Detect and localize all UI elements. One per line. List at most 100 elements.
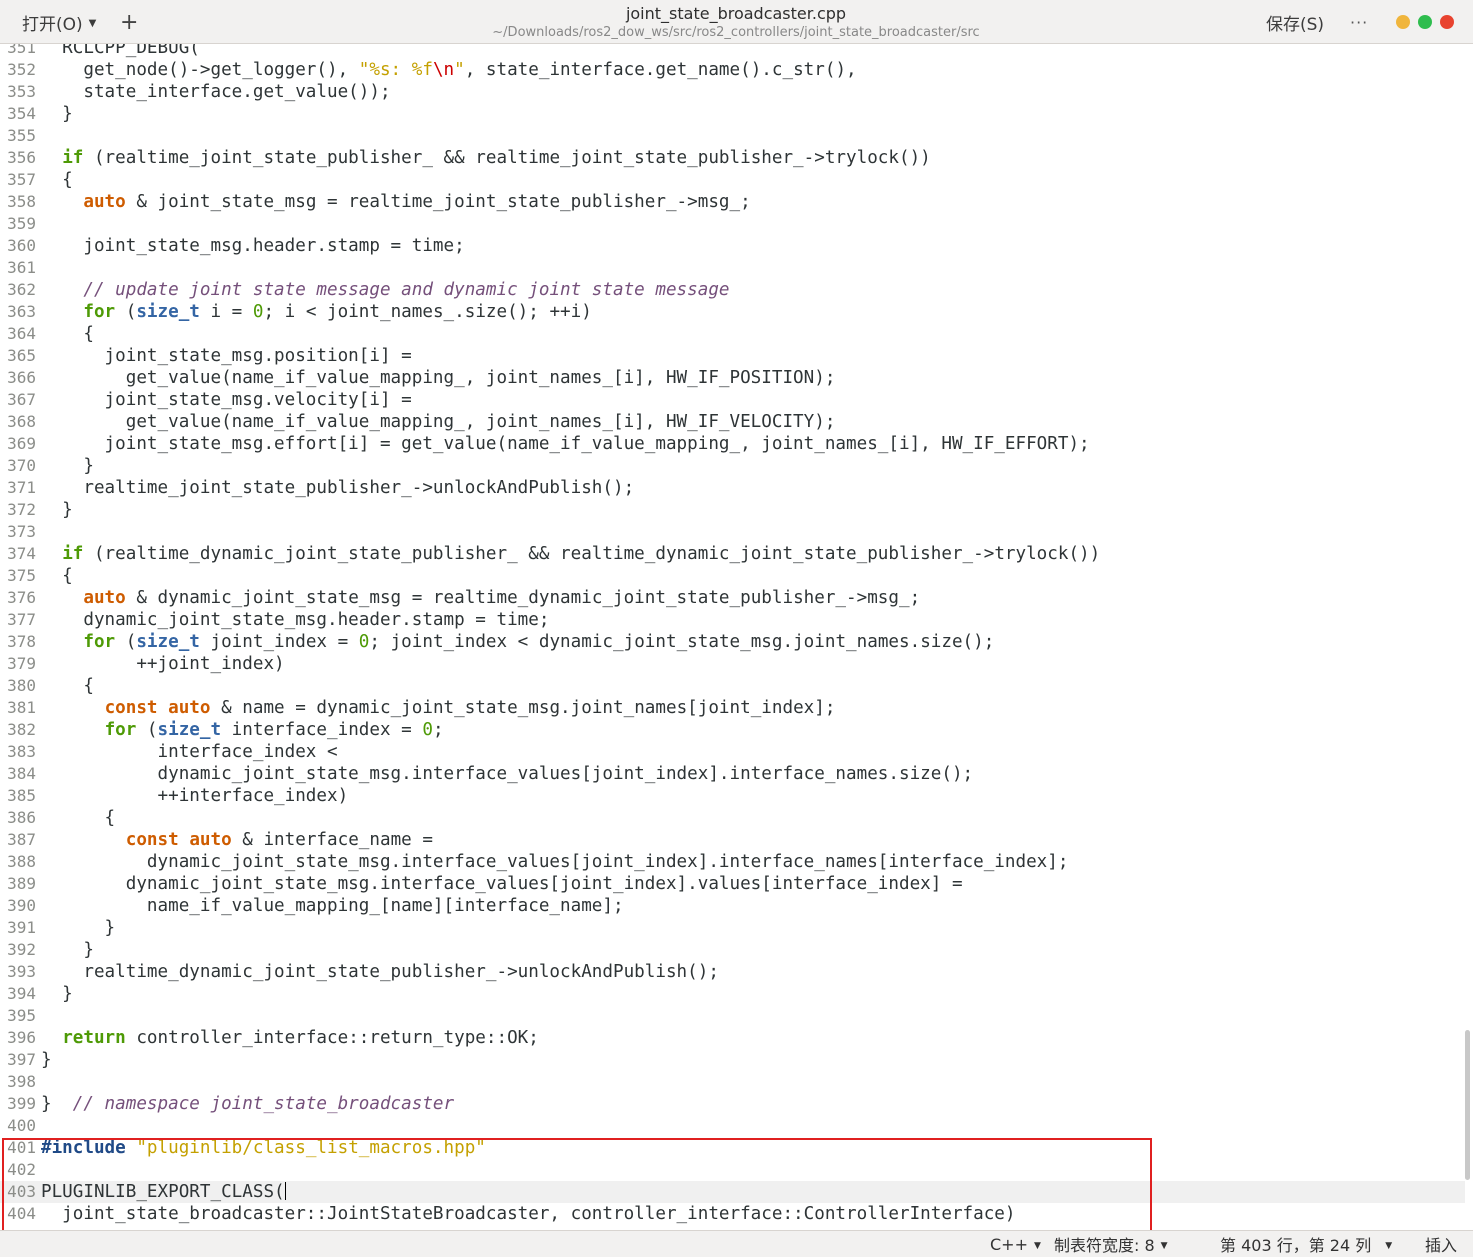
code-line[interactable]: 369 joint_state_msg.effort[i] = get_valu…: [0, 433, 1465, 455]
code-line[interactable]: 386 {: [0, 807, 1465, 829]
code-line[interactable]: 394 }: [0, 983, 1465, 1005]
code-line[interactable]: 359: [0, 213, 1465, 235]
open-button[interactable]: 打开(O) ▼: [22, 0, 96, 44]
cursor-position-label: 第 403 行，第 24 列: [1220, 1236, 1372, 1255]
code-line[interactable]: 391 }: [0, 917, 1465, 939]
code-line[interactable]: 403 PLUGINLIB_EXPORT_CLASS(: [0, 1181, 1465, 1203]
code-token: interface_index =: [221, 720, 423, 740]
code-line[interactable]: 399} // namespace joint_state_broadcaste…: [0, 1093, 1465, 1115]
code-line[interactable]: 384 dynamic_joint_state_msg.interface_va…: [0, 763, 1465, 785]
code-line[interactable]: 362 // update joint state message and dy…: [0, 279, 1465, 301]
line-code: for (size_t i = 0; i < joint_names_.size…: [41, 301, 591, 323]
code-line[interactable]: 375 {: [0, 565, 1465, 587]
code-line[interactable]: 404 joint_state_broadcaster::JointStateB…: [0, 1203, 1465, 1225]
code-line[interactable]: 363 for (size_t i = 0; i < joint_names_.…: [0, 301, 1465, 323]
line-code: auto & dynamic_joint_state_msg = realtim…: [41, 587, 920, 609]
code-token: dynamic_joint_state_msg.interface_values…: [41, 874, 963, 894]
code-line[interactable]: 378 for (size_t joint_index = 0; joint_i…: [0, 631, 1465, 653]
code-token: (: [115, 302, 137, 322]
line-code: get_value(name_if_value_mapping_, joint_…: [41, 367, 836, 389]
code-line[interactable]: 361: [0, 257, 1465, 279]
code-line[interactable]: 373: [0, 521, 1465, 543]
code-token: realtime_dynamic_joint_state_publisher_-…: [41, 962, 719, 982]
code-line[interactable]: 352 get_node()->get_logger(), "%s: %f\n"…: [0, 59, 1465, 81]
line-number: 393: [7, 962, 36, 981]
code-line[interactable]: 353 state_interface.get_value());: [0, 81, 1465, 103]
vertical-scrollbar[interactable]: [1465, 1030, 1470, 1180]
line-number: 377: [7, 610, 36, 629]
code-line[interactable]: 370 }: [0, 455, 1465, 477]
code-line[interactable]: 393 realtime_dynamic_joint_state_publish…: [0, 961, 1465, 983]
line-number: 355: [7, 126, 36, 145]
tab-width-selector[interactable]: 制表符宽度: 8 ▼: [1054, 1231, 1168, 1257]
code-editor[interactable]: 351 RCLCPP_DEBUG(352 get_node()->get_log…: [0, 44, 1473, 1230]
line-number: 404: [7, 1204, 36, 1223]
code-token: RCLCPP_DEBUG(: [41, 44, 200, 58]
code-token: const: [104, 698, 158, 718]
close-button[interactable]: [1440, 15, 1454, 29]
code-token: for: [83, 632, 116, 652]
code-line[interactable]: 365 joint_state_msg.position[i] =: [0, 345, 1465, 367]
code-line[interactable]: 401 #include "pluginlib/class_list_macros…: [0, 1137, 1465, 1159]
code-line[interactable]: 385 ++interface_index): [0, 785, 1465, 807]
code-line[interactable]: 396 return controller_interface::return_…: [0, 1027, 1465, 1049]
menu-button[interactable]: ···: [1350, 0, 1368, 44]
code-line[interactable]: 398: [0, 1071, 1465, 1093]
code-line[interactable]: 389 dynamic_joint_state_msg.interface_va…: [0, 873, 1465, 895]
code-line[interactable]: 395: [0, 1005, 1465, 1027]
code-line[interactable]: 364 {: [0, 323, 1465, 345]
code-line[interactable]: 356 if (realtime_joint_state_publisher_ …: [0, 147, 1465, 169]
cursor-position[interactable]: 第 403 行，第 24 列 ▼: [1220, 1231, 1392, 1257]
language-label: C++: [990, 1234, 1028, 1254]
code-line[interactable]: 387 const auto & interface_name =: [0, 829, 1465, 851]
save-button[interactable]: 保存(S): [1266, 0, 1324, 44]
line-number: 354: [7, 104, 36, 123]
code-token: 0: [252, 302, 264, 322]
code-line[interactable]: 379 ++joint_index): [0, 653, 1465, 675]
code-line[interactable]: 372 }: [0, 499, 1465, 521]
code-line[interactable]: 380 {: [0, 675, 1465, 697]
window-title-area: joint_state_broadcaster.cpp ~/Downloads/…: [436, 4, 1036, 41]
line-code: dynamic_joint_state_msg.header.stamp = t…: [41, 609, 549, 631]
code-line[interactable]: 400: [0, 1115, 1465, 1137]
code-line[interactable]: 392 }: [0, 939, 1465, 961]
code-line[interactable]: 388 dynamic_joint_state_msg.interface_va…: [0, 851, 1465, 873]
code-line[interactable]: 402: [0, 1159, 1465, 1181]
code-line[interactable]: 390 name_if_value_mapping_[name][interfa…: [0, 895, 1465, 917]
code-line[interactable]: 351 RCLCPP_DEBUG(: [0, 44, 1465, 59]
code-line[interactable]: 366 get_value(name_if_value_mapping_, jo…: [0, 367, 1465, 389]
line-code: PLUGINLIB_EXPORT_CLASS(: [41, 1181, 286, 1203]
code-line[interactable]: 381 const auto & name = dynamic_joint_st…: [0, 697, 1465, 719]
code-line[interactable]: 383 interface_index <: [0, 741, 1465, 763]
language-selector[interactable]: C++ ▼: [990, 1231, 1041, 1257]
code-line[interactable]: 382 for (size_t interface_index = 0;: [0, 719, 1465, 741]
code-line[interactable]: 397}: [0, 1049, 1465, 1071]
new-tab-button[interactable]: +: [120, 0, 138, 44]
code-line[interactable]: 367 joint_state_msg.velocity[i] =: [0, 389, 1465, 411]
code-line[interactable]: 376 auto & dynamic_joint_state_msg = rea…: [0, 587, 1465, 609]
code-line[interactable]: 357 {: [0, 169, 1465, 191]
code-token: size_t: [136, 632, 200, 652]
insert-mode-indicator[interactable]: 插入: [1425, 1231, 1457, 1257]
code-line[interactable]: 368 get_value(name_if_value_mapping_, jo…: [0, 411, 1465, 433]
line-number: 390: [7, 896, 36, 915]
code-line[interactable]: 377 dynamic_joint_state_msg.header.stamp…: [0, 609, 1465, 631]
minimize-button[interactable]: [1396, 15, 1410, 29]
line-number: 373: [7, 522, 36, 541]
code-token: {: [41, 324, 94, 344]
code-line[interactable]: 360 joint_state_msg.header.stamp = time;: [0, 235, 1465, 257]
code-line[interactable]: 355: [0, 125, 1465, 147]
code-token: for: [104, 720, 137, 740]
maximize-button[interactable]: [1418, 15, 1432, 29]
line-number: 400: [7, 1116, 36, 1135]
code-line[interactable]: 354 }: [0, 103, 1465, 125]
line-number: 374: [7, 544, 36, 563]
code-line[interactable]: 371 realtime_joint_state_publisher_->unl…: [0, 477, 1465, 499]
line-number: 352: [7, 60, 36, 79]
code-line[interactable]: 374 if (realtime_dynamic_joint_state_pub…: [0, 543, 1465, 565]
code-line[interactable]: 358 auto & joint_state_msg = realtime_jo…: [0, 191, 1465, 213]
chevron-down-icon: ▼: [88, 18, 97, 29]
insert-mode-label: 插入: [1425, 1236, 1458, 1255]
